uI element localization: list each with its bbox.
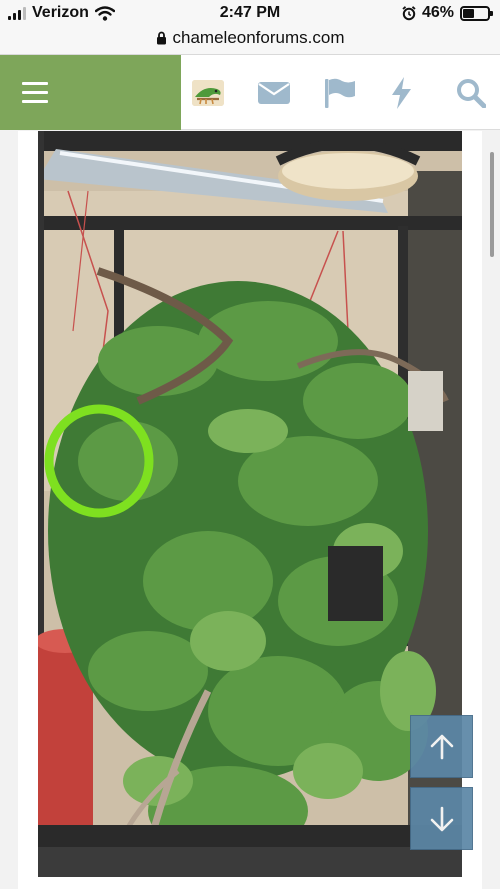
arrow-down-icon — [430, 806, 453, 831]
page-scrollbar[interactable] — [490, 152, 494, 257]
messages-button[interactable] — [258, 75, 324, 111]
terrarium-photo-image — [38, 131, 462, 877]
battery-level — [463, 8, 475, 18]
hamburger-menu-button[interactable] — [0, 55, 181, 130]
attachment-photo[interactable] — [38, 131, 462, 877]
battery-percent: 46% — [421, 4, 454, 21]
arrow-up-icon — [430, 734, 453, 759]
url-text[interactable]: chameleonforums.com — [173, 28, 345, 48]
battery-icon — [460, 5, 493, 21]
browser-url-bar[interactable]: chameleonforums.com — [0, 26, 500, 55]
site-logo — [192, 80, 224, 106]
lightning-bolt-icon — [392, 77, 411, 109]
envelope-icon — [258, 82, 290, 104]
home-logo-button[interactable] — [192, 75, 258, 111]
status-bar: Verizon 2:47 PM 46% — [0, 0, 500, 26]
lock-icon — [156, 31, 166, 45]
nav-icons — [192, 75, 500, 111]
alerts-button[interactable] — [324, 75, 390, 111]
alarm-clock-icon — [402, 5, 416, 20]
site-navbar — [0, 55, 500, 130]
scroll-to-bottom-button[interactable] — [410, 787, 473, 850]
scroll-to-top-button[interactable] — [410, 715, 473, 778]
search-icon — [457, 79, 486, 108]
whats-new-button[interactable] — [390, 75, 456, 111]
hamburger-menu-icon — [22, 82, 48, 109]
status-right: 46% — [402, 4, 493, 22]
flag-icon — [325, 78, 355, 108]
search-button[interactable] — [456, 75, 500, 111]
